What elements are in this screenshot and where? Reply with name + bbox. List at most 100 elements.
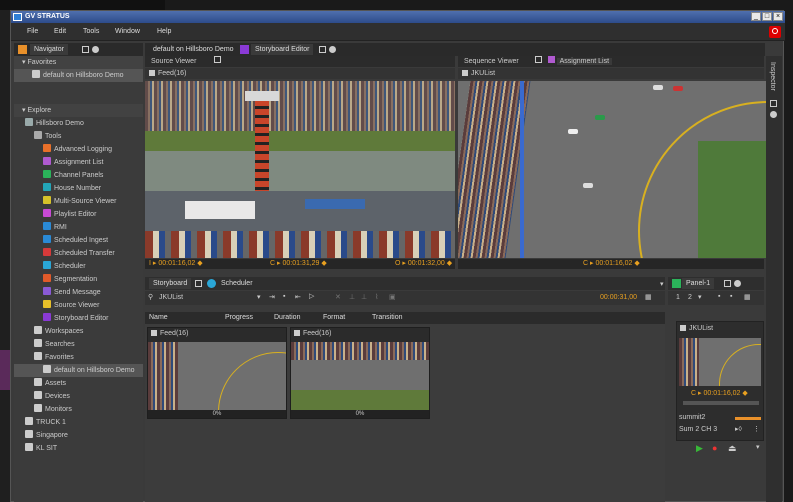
favorites-header[interactable]: ▾ Favorites (14, 56, 143, 69)
tab-storyboard[interactable]: Storyboard (149, 278, 192, 289)
gear-icon[interactable] (329, 46, 336, 53)
tab-storyboard-editor[interactable]: Storyboard Editor (251, 44, 314, 55)
tree-item[interactable]: Monitors (14, 403, 143, 416)
tree-item[interactable]: Channel Panels (14, 169, 143, 182)
column-duration[interactable]: Duration (274, 312, 300, 324)
record-icon[interactable]: ● (712, 443, 717, 453)
restore-icon[interactable] (770, 100, 777, 107)
delete-icon[interactable]: ✕ (335, 293, 341, 301)
loop-icon[interactable]: ▸◊ (735, 425, 742, 433)
tree-item[interactable]: House Number (14, 182, 143, 195)
restore-icon[interactable] (534, 56, 542, 63)
save-as-icon[interactable]: ▪ (730, 293, 732, 300)
tree-item[interactable]: Playlist Editor (14, 208, 143, 221)
search-icon[interactable]: ⚲ (148, 293, 153, 301)
tree-item[interactable]: Favorites (14, 351, 143, 364)
tree-item[interactable]: KL SIT (14, 442, 143, 455)
source-video[interactable] (145, 81, 455, 258)
trim-icon[interactable]: ⇤ (295, 293, 301, 301)
menu-edit[interactable]: Edit (54, 23, 66, 41)
tree-item[interactable]: Assignment List (14, 156, 143, 169)
tree-item[interactable]: TRUCK 1 (14, 416, 143, 429)
inspector-label[interactable]: Inspector (769, 62, 776, 91)
restore-icon[interactable] (195, 280, 202, 287)
insert-icon[interactable]: ⇥ (269, 293, 275, 301)
column-transition[interactable]: Transition (372, 312, 402, 324)
tree-item[interactable]: Scheduled Transfer (14, 247, 143, 260)
split-icon[interactable]: ⌇ (375, 293, 378, 301)
tree-item[interactable]: Tools (14, 130, 143, 143)
save-icon[interactable]: ▪ (718, 293, 720, 300)
sequence-video[interactable] (458, 81, 768, 258)
navigator-tab[interactable]: Navigator (30, 44, 68, 55)
chevron-down-icon[interactable]: ▾ (756, 443, 760, 451)
explore-header[interactable]: ▾ Explore (14, 104, 143, 117)
page-dropdown-icon[interactable]: ▾ (698, 293, 702, 301)
menu-help[interactable]: Help (157, 23, 171, 41)
tree-item[interactable]: Scheduler (14, 260, 143, 273)
tab-default[interactable]: default on Hillsboro Demo (149, 44, 238, 55)
tree-item[interactable]: Scheduled Ingest (14, 234, 143, 247)
storyboard-clip[interactable]: Feed(16) 0% (290, 327, 430, 419)
tab-assignment-list[interactable]: Assignment List (556, 58, 613, 65)
favorite-item[interactable]: default on Hillsboro Demo (14, 69, 143, 82)
column-name[interactable]: Name (149, 312, 168, 324)
tree-item[interactable]: default on Hillsboro Demo (14, 364, 143, 377)
tree-item[interactable]: Advanced Logging (14, 143, 143, 156)
tree-item[interactable]: Storyboard Editor (14, 312, 143, 325)
gear-icon[interactable] (734, 280, 741, 287)
gear-icon[interactable] (770, 111, 777, 118)
mark-icon[interactable]: ⊥ (361, 293, 367, 301)
clip-progress: 0% (291, 410, 429, 418)
storyboard-clip[interactable]: Feed(16) 0% (147, 327, 287, 419)
menu-file[interactable]: File (27, 23, 38, 41)
channel-scrubber[interactable] (683, 401, 759, 405)
page-2[interactable]: 2 (688, 294, 692, 301)
options-icon[interactable]: ⋮ (753, 425, 760, 433)
tree-item[interactable]: Multi-Source Viewer (14, 195, 143, 208)
restore-icon[interactable] (319, 46, 326, 53)
storyboard-list-name[interactable]: JKUList (159, 294, 183, 301)
source-in-timecode[interactable]: I ▸ 00:01:16,02 ◆ (149, 259, 203, 269)
column-format[interactable]: Format (323, 312, 345, 324)
dropdown-arrow-icon[interactable]: ▾ (257, 293, 261, 301)
restore-icon[interactable] (214, 56, 222, 63)
play-icon[interactable]: ▷ (309, 292, 314, 300)
restore-icon[interactable] (724, 280, 731, 287)
menu-window[interactable]: Window (115, 23, 140, 41)
channel-preview[interactable] (679, 338, 761, 386)
restore-icon[interactable] (82, 46, 89, 53)
tree-item[interactable]: Workspaces (14, 325, 143, 338)
tree-item[interactable]: Searches (14, 338, 143, 351)
sequence-current-timecode[interactable]: C ▸ 00:01:16,02 ◆ (583, 259, 640, 269)
tree-item[interactable]: Send Message (14, 286, 143, 299)
search-icon[interactable] (769, 26, 781, 38)
grid-view-icon[interactable]: ▦ (645, 293, 652, 301)
picture-icon[interactable]: ▣ (389, 293, 396, 301)
gear-icon[interactable] (92, 46, 99, 53)
minimize-button[interactable]: _ (751, 12, 761, 21)
save-icon[interactable]: ▪ (283, 293, 285, 300)
source-out-timecode[interactable]: O ▸ 00:01:32,00 ◆ (395, 259, 452, 269)
column-progress[interactable]: Progress (225, 312, 253, 324)
close-button[interactable]: × (773, 12, 783, 21)
tree-item[interactable]: Singapore (14, 429, 143, 442)
page-1[interactable]: 1 (676, 294, 680, 301)
tab-panel-1[interactable]: Panel-1 (682, 278, 715, 289)
tab-scheduler[interactable]: Scheduler (217, 278, 257, 289)
eject-icon[interactable]: ⏏ (728, 443, 737, 454)
menu-tools[interactable]: Tools (83, 23, 99, 41)
tree-item[interactable]: Devices (14, 390, 143, 403)
play-icon[interactable]: ▶ (696, 443, 703, 454)
source-current-timecode[interactable]: C ▸ 00:01:31,29 ◆ (270, 259, 327, 269)
chevron-down-icon[interactable]: ▾ (660, 280, 664, 288)
grid-view-icon[interactable]: ▦ (744, 293, 751, 301)
tree-item[interactable]: Segmentation (14, 273, 143, 286)
tree-item[interactable]: Hillsboro Demo (14, 117, 143, 130)
tree-item[interactable]: Assets (14, 377, 143, 390)
mark-icon[interactable]: ⊥ (349, 293, 355, 301)
channel-timecode[interactable]: C ▸ 00:01:16,02 ◆ (691, 389, 748, 397)
tree-item[interactable]: RMI (14, 221, 143, 234)
maximize-button[interactable]: □ (762, 12, 772, 21)
tree-item[interactable]: Source Viewer (14, 299, 143, 312)
